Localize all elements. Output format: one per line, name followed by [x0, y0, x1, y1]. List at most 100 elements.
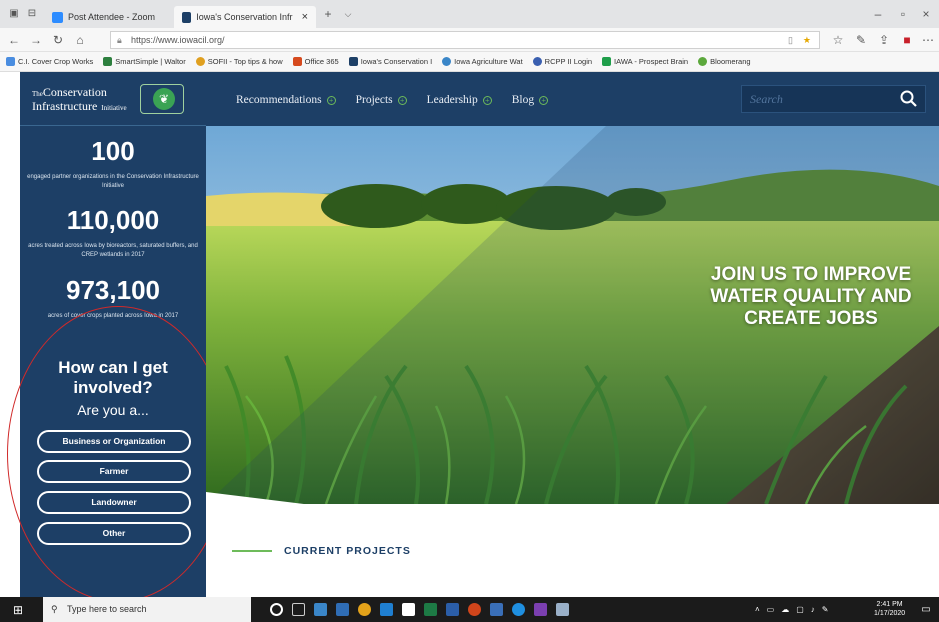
menu-item-recommendations[interactable]: Recommendations +	[236, 94, 336, 106]
expand-icon: +	[326, 95, 336, 105]
logo-wordmark: TheConservation Infrastructure Initiativ…	[32, 85, 127, 113]
bookmark-favicon-icon	[442, 57, 452, 66]
bookmark-item[interactable]: C.I. Cover Crop Works	[6, 57, 93, 66]
bookmark-item[interactable]: Iowa's Conservation I	[348, 57, 432, 66]
tab-actions-icon[interactable]: ▣	[6, 6, 22, 22]
favorites-icon[interactable]: ☆	[830, 32, 846, 48]
search-icon: ⚲	[51, 604, 58, 614]
bookmark-item[interactable]: SmartSimple | Waltor	[103, 57, 186, 66]
menu-item-blog[interactable]: Blog +	[512, 94, 549, 106]
expand-icon: +	[482, 95, 492, 105]
bookmark-favicon-icon	[348, 57, 358, 66]
reading-view-icon[interactable]: ▯	[788, 32, 793, 48]
app-icon[interactable]	[556, 603, 569, 616]
bookmark-favicon-icon	[532, 57, 542, 66]
url-field[interactable]: 🔒︎ https://www.iowacil.org/ ▯ ★	[110, 31, 820, 49]
word-icon[interactable]	[446, 603, 459, 616]
zoom-favicon-icon	[52, 11, 63, 23]
mail-icon[interactable]	[490, 603, 503, 616]
tab-close-icon[interactable]: ×	[302, 11, 308, 23]
main-menu: Recommendations + Projects + Leadership + B…	[236, 94, 549, 106]
task-view-icon[interactable]	[292, 603, 305, 616]
search-input[interactable]	[742, 86, 892, 112]
network-icon[interactable]: ▭	[767, 605, 775, 614]
current-projects-section: CURRENT PROJECTS	[232, 545, 411, 557]
bookmark-favicon-icon	[103, 57, 113, 66]
taskbar-clock[interactable]: 2:41 PM 1/17/2020	[874, 600, 905, 618]
display-icon[interactable]: ▢	[796, 605, 804, 614]
chrome-icon[interactable]	[358, 603, 371, 616]
clock-date: 1/17/2020	[874, 610, 906, 617]
bookmark-item[interactable]: IAWA - Prospect Brain	[602, 57, 688, 66]
system-tray: ˄ ▭ ☁︎ ▢ ♪ ✎	[755, 597, 829, 622]
tab-aside-icon[interactable]: ⊟	[24, 6, 40, 22]
tab-label: Post Attendee - Zoom	[68, 12, 156, 22]
iowa-state-outline-icon: ❦	[140, 84, 184, 114]
clock-time: 2:41 PM	[876, 601, 903, 608]
bookmark-item[interactable]: SOFII - Top tips & how	[195, 57, 283, 66]
tab-menu-icon[interactable]: ⌵	[340, 6, 356, 22]
bookmark-favicon-icon	[602, 57, 612, 66]
expand-icon: +	[397, 95, 407, 105]
tab-iowa-conservation[interactable]: Iowa's Conservation Infr ×	[174, 6, 316, 28]
search-icon[interactable]	[899, 89, 919, 109]
hero-heading: JOIN US TO IMPROVE WATER QUALITY AND CRE…	[710, 264, 912, 329]
share-icon[interactable]: ⇪	[876, 32, 892, 48]
office-icon	[292, 57, 302, 66]
tab-zoom[interactable]: Post Attendee - Zoom	[44, 6, 172, 28]
browser-tab-bar: ▣ ⊟ Post Attendee - Zoom Iowa's Conserva…	[0, 0, 939, 28]
pen-icon[interactable]: ✎	[853, 32, 869, 48]
onedrive-icon[interactable]: ☁︎	[781, 605, 789, 614]
bookmark-item[interactable]: RCPP II Login	[532, 57, 592, 66]
windows-taskbar: ⊞ ⚲ Type here to search ˄ ▭ ☁︎ ▢ ♪ ✎ 2:4…	[0, 597, 939, 622]
excel-icon[interactable]	[424, 603, 437, 616]
expand-icon: +	[539, 95, 549, 105]
more-icon[interactable]: ⋯	[920, 32, 936, 48]
edge-icon[interactable]	[380, 603, 393, 616]
tray-chevron-icon[interactable]: ˄	[755, 605, 760, 614]
extension-icon[interactable]: ■	[899, 32, 915, 48]
section-accent-line	[232, 550, 272, 552]
bookmark-item[interactable]: Office 365	[292, 57, 339, 66]
website-viewport: Recommendations + Projects + Leadership + B…	[0, 72, 939, 597]
taskbar-search-box[interactable]: ⚲ Type here to search	[43, 597, 251, 622]
notifications-icon[interactable]: ▭	[918, 602, 934, 618]
cortana-icon[interactable]	[270, 603, 283, 616]
stat-description: acres treated across Iowa by bioreactors…	[28, 243, 198, 258]
taskbar-pinned-apps	[270, 597, 569, 622]
home-icon[interactable]: ⌂	[72, 32, 88, 48]
site-header: Recommendations + Projects + Leadership + B…	[206, 72, 939, 126]
app-icon[interactable]	[468, 603, 481, 616]
minimize-button[interactable]: –	[870, 6, 886, 22]
pen-icon[interactable]: ✎	[822, 605, 829, 614]
back-icon[interactable]: ←	[6, 32, 22, 48]
bookmark-item[interactable]: Bloomerang	[698, 57, 751, 66]
leaf-icon: ❦	[153, 88, 175, 110]
stat-number: 110,000	[66, 205, 160, 235]
stat-number: 973,100	[66, 275, 160, 305]
store-icon[interactable]	[402, 603, 415, 616]
favorite-star-icon[interactable]: ★	[803, 32, 811, 48]
restore-button[interactable]: ▫	[895, 6, 911, 22]
forward-icon[interactable]: →	[28, 32, 44, 48]
address-bar-row: ← → ↻ ⌂ 🔒︎ https://www.iowacil.org/ ▯ ★ …	[0, 28, 939, 52]
zoom-icon[interactable]	[512, 603, 525, 616]
menu-item-projects[interactable]: Projects +	[356, 94, 407, 106]
bookmark-favicon-icon	[698, 57, 708, 66]
bookmark-item[interactable]: Iowa Agriculture Wat	[442, 57, 523, 66]
new-tab-button[interactable]: +	[320, 6, 336, 22]
site-logo[interactable]: TheConservation Infrastructure Initiativ…	[20, 72, 206, 126]
refresh-icon[interactable]: ↻	[50, 32, 66, 48]
hero-banner: JOIN US TO IMPROVE WATER QUALITY AND CRE…	[206, 126, 939, 504]
site-search	[741, 85, 926, 113]
volume-icon[interactable]: ♪	[811, 605, 815, 614]
windows-start-icon[interactable]: ⊞	[10, 602, 26, 618]
onenote-icon[interactable]	[534, 603, 547, 616]
stat-description: engaged partner organizations in the Con…	[27, 174, 199, 189]
menu-item-leadership[interactable]: Leadership +	[427, 94, 492, 106]
outlook-icon[interactable]	[336, 603, 349, 616]
app-icon[interactable]	[314, 603, 327, 616]
close-window-button[interactable]: ×	[918, 6, 934, 22]
tab-label: Iowa's Conservation Infr	[196, 12, 293, 22]
url-text: https://www.iowacil.org/	[131, 35, 225, 45]
